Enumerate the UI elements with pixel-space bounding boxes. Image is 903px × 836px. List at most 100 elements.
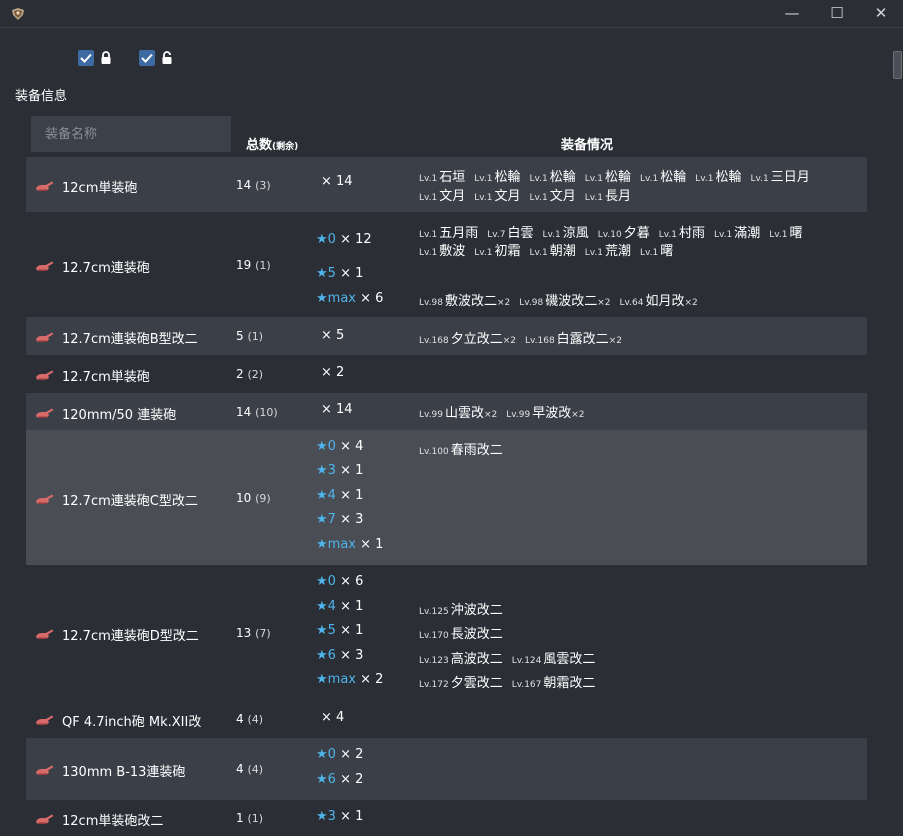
ship-level: Lv.98 <box>519 298 544 308</box>
ship-name: 松輪 <box>660 170 687 185</box>
ship-owner[interactable]: Lv.1 三日月 <box>751 170 810 185</box>
ship-owner[interactable]: Lv.98 磯波改二×2 <box>519 294 610 309</box>
owner-line: Lv.172 夕雲改二 Lv.167 朝霜改二 <box>419 672 604 691</box>
equipment-row[interactable]: 12.7cm連装砲 19 (1) ★0 × 12 ★5 × 1 ★max × 6 Lv.1… <box>26 212 867 317</box>
ship-owner[interactable]: Lv.124 風雲改二 <box>512 652 596 667</box>
equipment-row[interactable]: 12cm単装砲 14 (3) × 14 Lv.1 石垣 Lv.1 松輪 Lv.1 松輪 Lv.1 松… <box>26 157 867 212</box>
improvement-entry: ★0 × 12 <box>316 232 372 247</box>
improvement-entry: × 4 <box>321 710 344 725</box>
star-level: ★5 <box>316 266 336 281</box>
star-count: × 2 <box>360 672 384 687</box>
ship-owner[interactable]: Lv.1 滿潮 <box>714 226 760 241</box>
owner-line: Lv.1 敷波 Lv.1 初霜 Lv.1 朝潮 Lv.1 荒潮 Lv.1 曙 <box>419 240 682 259</box>
ship-level: Lv.1 <box>419 174 438 184</box>
remaining-count: (1) <box>247 330 264 343</box>
ship-name: 山雲改 <box>444 406 484 421</box>
equip-count: ×2 <box>571 410 585 420</box>
equipment-row[interactable]: QF 4.7inch砲 Mk.XII改 4 (4) × 4 <box>26 700 867 738</box>
ship-level: Lv.168 <box>524 336 555 346</box>
equipment-total: 2 (2) <box>236 367 263 381</box>
ship-owner[interactable]: Lv.1 曙 <box>640 244 673 259</box>
ship-owner[interactable]: Lv.170 長波改二 <box>419 627 503 642</box>
ship-owner[interactable]: Lv.1 初霜 <box>474 244 520 259</box>
gun-mount-icon <box>36 765 54 775</box>
equipment-row[interactable]: 12.7cm連装砲C型改二 10 (9) ★0 × 4 ★3 × 1 ★4 × 1 ★7 … <box>26 430 867 565</box>
owner-line: Lv.168 夕立改二×2 Lv.168 白露改二×2 <box>419 328 631 347</box>
ship-owner[interactable]: Lv.1 村雨 <box>659 226 705 241</box>
ship-owner[interactable]: Lv.99 山雲改×2 <box>419 406 497 421</box>
ship-owner[interactable]: Lv.7 白雲 <box>487 226 533 241</box>
ship-owner[interactable]: Lv.1 荒潮 <box>585 244 631 259</box>
owner-line: Lv.1 文月 Lv.1 文月 Lv.1 文月 Lv.1 長月 <box>419 185 640 204</box>
ship-level: Lv.1 <box>529 193 548 203</box>
unlocked-checkbox[interactable] <box>139 50 155 66</box>
ship-owner[interactable]: Lv.1 曙 <box>769 226 802 241</box>
equipment-row[interactable]: 12.7cm連装砲B型改二 5 (1) × 5 Lv.168 夕立改二×2 Lv.168 白… <box>26 317 867 355</box>
ship-owner[interactable]: Lv.1 五月雨 <box>419 226 478 241</box>
equipment-name-search-input[interactable] <box>31 116 231 152</box>
filter-unlocked[interactable] <box>139 50 173 66</box>
ship-owner[interactable]: Lv.1 松輪 <box>640 170 686 185</box>
owner-line: Lv.170 長波改二 <box>419 623 512 642</box>
equipment-total: 5 (1) <box>236 329 263 343</box>
ship-owner[interactable]: Lv.172 夕雲改二 <box>419 676 503 691</box>
equipment-row[interactable]: 12.7cm単装砲 2 (2) × 2 <box>26 355 867 393</box>
star-level: ★0 <box>316 574 336 589</box>
ship-owner[interactable]: Lv.1 石垣 <box>419 170 465 185</box>
improvement-entry: ★7 × 3 <box>316 512 363 527</box>
ship-owner[interactable]: Lv.168 白露改二×2 <box>525 332 622 347</box>
ship-level: Lv.1 <box>695 174 714 184</box>
star-level: ★4 <box>316 599 336 614</box>
app-emblem-icon <box>12 8 24 20</box>
ship-level: Lv.100 <box>419 447 449 457</box>
ship-owner[interactable]: Lv.1 涼風 <box>543 226 589 241</box>
improvement-entry: ★3 × 1 <box>316 463 363 478</box>
star-count: × 1 <box>340 809 364 824</box>
ship-owner[interactable]: Lv.100 春雨改二 <box>419 443 503 458</box>
ship-owner[interactable]: Lv.1 文月 <box>474 189 520 204</box>
ship-name: 曙 <box>789 226 803 241</box>
equipment-row[interactable]: 130mm B-13連装砲 4 (4) ★0 × 2 ★6 × 2 <box>26 738 867 800</box>
ship-owner[interactable]: Lv.1 松輪 <box>530 170 576 185</box>
equipment-row[interactable]: 120mm/50 連装砲 14 (10) × 14 Lv.99 山雲改×2 Lv.99 早波… <box>26 393 867 430</box>
ship-owner[interactable]: Lv.64 如月改×2 <box>620 294 698 309</box>
vertical-scrollbar[interactable] <box>890 29 903 836</box>
ship-name: 文月 <box>439 189 466 204</box>
locked-checkbox[interactable] <box>78 50 94 66</box>
ship-owner[interactable]: Lv.123 高波改二 <box>419 652 503 667</box>
ship-owner[interactable]: Lv.98 敷波改二×2 <box>419 294 510 309</box>
ship-owner[interactable]: Lv.10 夕暮 <box>598 226 650 241</box>
close-button[interactable]: ✕ <box>858 0 903 28</box>
equipment-row[interactable]: 12cm単装砲改二 1 (1) ★3 × 1 <box>26 800 867 836</box>
ship-owner[interactable]: Lv.125 沖波改二 <box>419 603 503 618</box>
ship-name: 文月 <box>494 189 521 204</box>
minimize-button[interactable]: — <box>769 0 815 28</box>
star-count: × 6 <box>360 291 384 306</box>
ship-owner[interactable]: Lv.1 松輪 <box>695 170 741 185</box>
filter-locked[interactable] <box>78 50 112 66</box>
maximize-button[interactable]: ☐ <box>814 0 860 28</box>
star-count: × 2 <box>340 772 364 787</box>
ship-owner[interactable]: Lv.1 松輪 <box>474 170 520 185</box>
equipment-total: 13 (7) <box>236 626 271 640</box>
equipment-row[interactable]: 12.7cm連装砲D型改二 13 (7) ★0 × 6 ★4 × 1 ★5 × 1 ★6 … <box>26 565 867 700</box>
scrollbar-thumb[interactable] <box>893 51 902 79</box>
ship-owner[interactable]: Lv.1 長月 <box>585 189 631 204</box>
ship-owner[interactable]: Lv.1 朝潮 <box>530 244 576 259</box>
star-count: × 1 <box>340 488 364 503</box>
ship-name: 涼風 <box>562 226 589 241</box>
remaining-count: (2) <box>247 368 264 381</box>
ship-owner[interactable]: Lv.1 敷波 <box>419 244 465 259</box>
ship-owner[interactable]: Lv.1 文月 <box>530 189 576 204</box>
ship-owner[interactable]: Lv.1 松輪 <box>585 170 631 185</box>
ship-owner[interactable]: Lv.168 夕立改二×2 <box>419 332 516 347</box>
total-count: 10 <box>236 491 252 505</box>
ship-owner[interactable]: Lv.1 文月 <box>419 189 465 204</box>
equip-count: ×2 <box>684 298 698 308</box>
ship-level: Lv.10 <box>597 230 622 240</box>
ship-owner[interactable]: Lv.167 朝霜改二 <box>512 676 596 691</box>
gun-mount-icon <box>36 370 54 380</box>
gun-mount-icon <box>36 494 54 504</box>
ship-owner[interactable]: Lv.99 早波改×2 <box>506 406 584 421</box>
ship-level: Lv.1 <box>474 174 493 184</box>
